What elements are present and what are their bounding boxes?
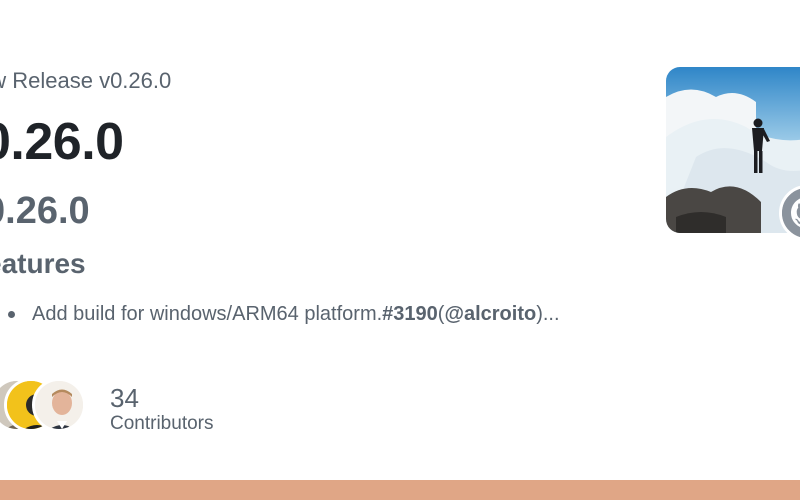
contributors-label: Contributors	[110, 413, 214, 434]
feature-list-item: Add build for windows/ARM64 platform. #3…	[8, 303, 560, 326]
features-heading: eatures	[0, 248, 86, 279]
author-link[interactable]: @alcroito	[444, 303, 536, 326]
release-title: 0.26.0	[0, 113, 124, 171]
contributors-count: 34	[110, 383, 139, 413]
release-subtitle: ew Release v0.26.0	[0, 68, 172, 93]
bullet-icon	[8, 311, 15, 318]
avatar[interactable]	[32, 378, 86, 432]
footer-accent-bar	[0, 480, 800, 500]
release-heading: 0.26.0	[0, 190, 90, 232]
open-paren: (	[437, 303, 445, 325]
feature-text: Add build for windows/ARM64 platform.	[32, 303, 383, 325]
contributor-avatars[interactable]	[0, 378, 90, 438]
feature-tail: )...	[536, 303, 560, 325]
issue-link[interactable]: #3190	[382, 303, 438, 326]
